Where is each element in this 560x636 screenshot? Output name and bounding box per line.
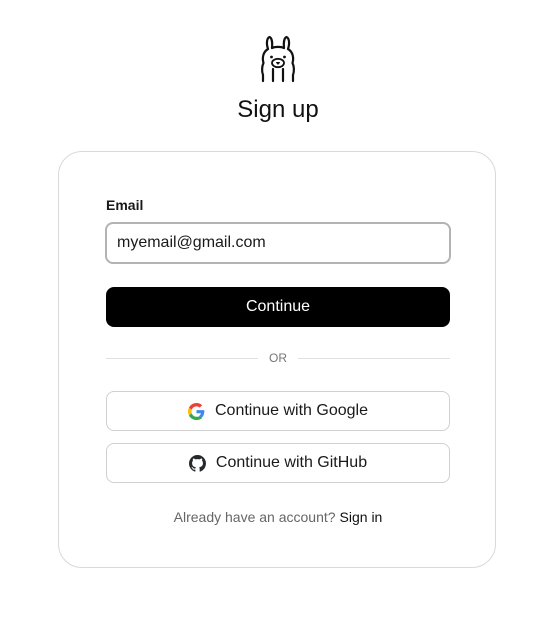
llama-logo-icon [261, 35, 295, 83]
google-button-label: Continue with Google [215, 402, 368, 419]
divider-line-left [106, 358, 258, 359]
google-icon [188, 402, 205, 420]
email-field[interactable] [105, 222, 451, 264]
signin-prompt: Already have an account? Sign in [0, 509, 556, 525]
email-label: Email [106, 197, 144, 213]
page-title: Sign up [237, 96, 319, 123]
continue-with-google-button[interactable]: Continue with Google [106, 391, 450, 431]
divider-text: OR [269, 351, 287, 365]
divider-line-right [298, 358, 450, 359]
continue-with-github-button[interactable]: Continue with GitHub [106, 443, 450, 483]
signin-link[interactable]: Sign in [340, 509, 383, 525]
github-button-label: Continue with GitHub [215, 454, 368, 471]
github-icon [188, 454, 206, 472]
signin-prompt-text: Already have an account? [173, 509, 336, 525]
or-divider: OR [106, 348, 450, 368]
continue-button[interactable]: Continue [106, 287, 450, 327]
